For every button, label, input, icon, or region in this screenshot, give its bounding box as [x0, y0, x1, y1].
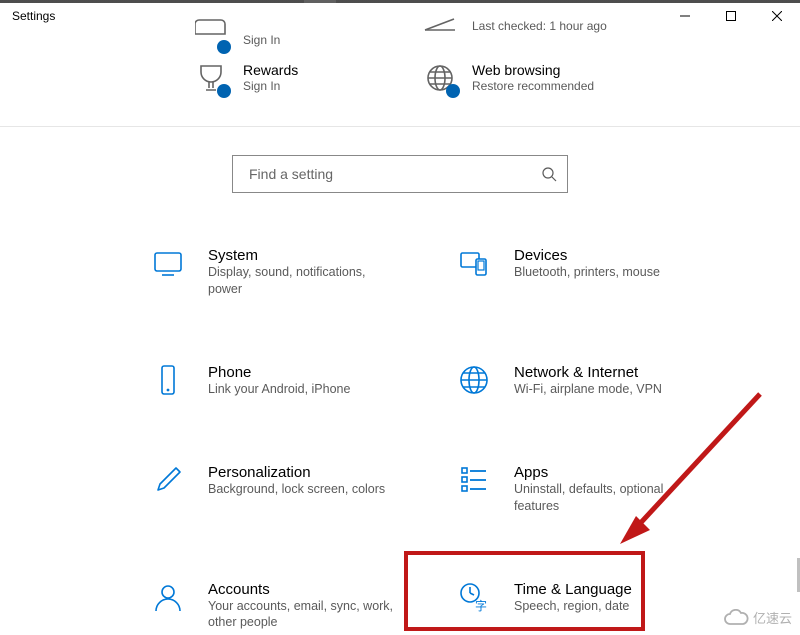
- account-status-header: Sign In Last checked: 1 hour ago Rewards…: [0, 32, 800, 126]
- category-subtitle: Uninstall, defaults, optional features: [514, 481, 704, 515]
- network-icon: [458, 364, 490, 396]
- cloud-icon: [723, 609, 749, 627]
- category-title: Devices: [514, 247, 660, 264]
- web-browsing-subtitle: Restore recommended: [472, 78, 594, 94]
- category-subtitle: Wi-Fi, airplane mode, VPN: [514, 381, 662, 398]
- search-icon: [541, 166, 557, 182]
- category-time-language[interactable]: 字 Time & Language Speech, region, date: [454, 577, 724, 635]
- system-icon: [152, 247, 184, 279]
- sign-in-tile[interactable]: Sign In: [195, 32, 400, 50]
- category-system[interactable]: System Display, sound, notifications, po…: [148, 243, 418, 302]
- status-badge: [217, 40, 231, 54]
- minimize-icon: [680, 11, 690, 21]
- category-title: Apps: [514, 464, 704, 481]
- status-badge: [217, 84, 231, 98]
- watermark: 亿速云: [723, 608, 792, 627]
- update-subtitle: Last checked: 1 hour ago: [472, 18, 607, 34]
- category-title: Time & Language: [514, 581, 632, 598]
- category-network[interactable]: Network & Internet Wi-Fi, airplane mode,…: [454, 360, 724, 402]
- maximize-button[interactable]: [708, 0, 754, 32]
- search-box[interactable]: [232, 155, 568, 193]
- category-devices[interactable]: Devices Bluetooth, printers, mouse: [454, 243, 724, 302]
- category-subtitle: Speech, region, date: [514, 598, 632, 615]
- time-language-icon: 字: [458, 581, 490, 613]
- window-title: Settings: [12, 9, 55, 23]
- sign-in-subtitle: Sign In: [243, 32, 280, 48]
- sign-in-icon: [195, 18, 227, 50]
- accounts-icon: [152, 581, 184, 613]
- web-browsing-title: Web browsing: [472, 62, 594, 78]
- category-accounts[interactable]: Accounts Your accounts, email, sync, wor…: [148, 577, 418, 635]
- rewards-icon: [195, 62, 227, 94]
- close-icon: [772, 11, 782, 21]
- category-title: Personalization: [208, 464, 385, 481]
- category-subtitle: Bluetooth, printers, mouse: [514, 264, 660, 281]
- category-title: System: [208, 247, 398, 264]
- rewards-title: Rewards: [243, 62, 298, 78]
- divider: [0, 126, 800, 127]
- settings-categories: System Display, sound, notifications, po…: [0, 243, 800, 635]
- devices-icon: [458, 247, 490, 279]
- watermark-text: 亿速云: [753, 608, 792, 627]
- maximize-icon: [726, 11, 736, 21]
- category-phone[interactable]: Phone Link your Android, iPhone: [148, 360, 418, 402]
- phone-icon: [152, 364, 184, 396]
- update-icon: [424, 18, 456, 50]
- web-browsing-tile[interactable]: Web browsing Restore recommended: [424, 62, 629, 94]
- category-personalization[interactable]: Personalization Background, lock screen,…: [148, 460, 418, 519]
- apps-icon: [458, 464, 490, 496]
- rewards-tile[interactable]: Rewards Sign In: [195, 62, 400, 94]
- category-apps[interactable]: Apps Uninstall, defaults, optional featu…: [454, 460, 724, 519]
- status-badge: [446, 84, 460, 98]
- category-subtitle: Your accounts, email, sync, work, other …: [208, 598, 398, 632]
- update-tile[interactable]: Last checked: 1 hour ago: [424, 32, 629, 50]
- category-subtitle: Link your Android, iPhone: [208, 381, 350, 398]
- category-title: Network & Internet: [514, 364, 662, 381]
- svg-text:字: 字: [475, 598, 487, 613]
- titlebar: Settings: [0, 0, 800, 32]
- category-title: Phone: [208, 364, 350, 381]
- category-title: Accounts: [208, 581, 398, 598]
- search-input[interactable]: [247, 165, 541, 183]
- globe-icon: [424, 62, 456, 94]
- close-button[interactable]: [754, 0, 800, 32]
- personalization-icon: [152, 464, 184, 496]
- category-subtitle: Display, sound, notifications, power: [208, 264, 398, 298]
- rewards-subtitle: Sign In: [243, 78, 298, 94]
- window-tabstrip: [0, 0, 800, 3]
- category-subtitle: Background, lock screen, colors: [208, 481, 385, 498]
- minimize-button[interactable]: [662, 0, 708, 32]
